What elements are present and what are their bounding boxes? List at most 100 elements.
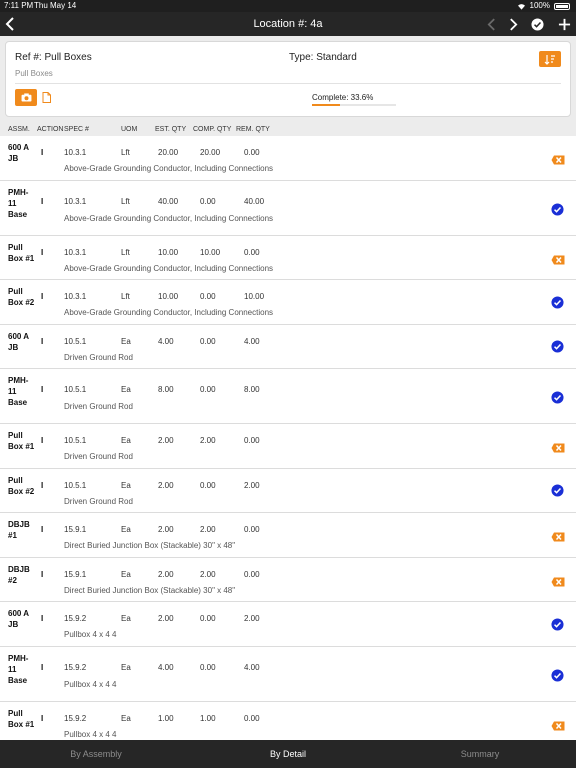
comp-qty: 0.00 — [200, 385, 216, 394]
uom: Ea — [121, 436, 131, 445]
document-icon[interactable] — [42, 92, 51, 103]
assembly-name: DBJB #2 — [8, 564, 30, 585]
table-row[interactable]: Pull Box #1 I 10.3.1 Lft 10.00 10.00 0.00 Above… — [0, 235, 576, 280]
comp-qty: 0.00 — [200, 480, 216, 490]
assembly-name: PMH- 11 Base — [8, 187, 29, 219]
check-circle-icon[interactable] — [551, 391, 564, 404]
check-circle-icon[interactable] — [551, 340, 564, 353]
action-code: I — [41, 713, 44, 723]
action-code: I — [41, 436, 44, 445]
spec-number: 15.9.2 — [64, 713, 87, 723]
assembly-name: DBJB #1 — [8, 520, 30, 540]
col-uom: UOM — [121, 126, 138, 133]
spec-number: 10.5.1 — [64, 480, 87, 490]
item-description: Pullbox 4 x 4 4 — [64, 679, 117, 689]
sort-button[interactable] — [539, 51, 561, 67]
card-divider — [15, 83, 561, 84]
uom: Ea — [121, 614, 131, 623]
table-row[interactable]: DBJB #2 I 15.9.1 Ea 2.00 2.00 0.00 Direct Burie… — [0, 557, 576, 602]
comp-qty: 1.00 — [200, 713, 216, 723]
table-row[interactable]: PMH- 11 Base I 15.9.2 Ea 4.00 0.00 4.00 Pullbox… — [0, 646, 576, 702]
table-row[interactable]: 600 A JB I 10.3.1 Lft 20.00 20.00 0.00 Above-Gr… — [0, 136, 576, 181]
battery-icon — [554, 2, 570, 10]
item-description: Above-Grade Grounding Conductor, Includi… — [64, 164, 274, 173]
location-summary-card: Ref #: Pull Boxes Type: Standard Pull Bo… — [5, 41, 571, 117]
tab-summary[interactable]: Summary — [384, 740, 576, 768]
assembly-name: Pull Box #2 — [8, 287, 35, 307]
action-code: I — [41, 196, 44, 206]
est-qty: 1.00 — [158, 713, 174, 723]
comp-qty: 0.00 — [200, 614, 216, 623]
complete-percent: Complete: 33.6% — [312, 93, 374, 102]
table-row[interactable]: Pull Box #1 I 10.5.1 Ea 2.00 2.00 0.00 Driven G… — [0, 424, 576, 469]
spec-number: 10.3.1 — [64, 196, 87, 206]
est-qty: 2.00 — [158, 480, 174, 490]
rem-qty: 0.00 — [244, 247, 260, 257]
rem-qty: 0.00 — [244, 569, 260, 579]
est-qty: 4.00 — [158, 336, 174, 346]
close-tag-icon[interactable] — [551, 443, 565, 453]
next-button[interactable] — [506, 12, 520, 36]
rem-qty: 0.00 — [244, 148, 260, 157]
ref-number: Ref #: Pull Boxes — [15, 52, 92, 63]
status-bar: 7:11 PM Thu May 14 100% — [0, 0, 576, 12]
check-circle-icon[interactable] — [551, 668, 564, 682]
tab-by-detail[interactable]: By Detail — [192, 740, 384, 768]
close-tag-icon[interactable] — [551, 255, 565, 265]
item-description: Pullbox 4 x 4 4 — [64, 729, 117, 739]
check-circle-icon[interactable] — [551, 618, 564, 631]
table-row[interactable]: PMH- 11 Base I 10.5.1 Ea 8.00 0.00 8.00 Driven … — [0, 369, 576, 424]
table-row[interactable]: 600 A JB I 15.9.2 Ea 2.00 0.00 2.00 Pullbox 4 x… — [0, 602, 576, 647]
table-row[interactable]: Pull Box #1 I 15.9.2 Ea 1.00 1.00 0.00 Pullbox … — [0, 701, 576, 740]
close-tag-icon[interactable] — [551, 532, 565, 542]
action-code: I — [41, 247, 44, 257]
rem-qty: 40.00 — [244, 196, 265, 206]
uom: Lft — [121, 196, 130, 206]
check-circle-icon[interactable] — [551, 202, 564, 216]
rem-qty: 8.00 — [244, 385, 260, 394]
action-code: I — [41, 385, 44, 394]
table-row[interactable]: DBJB #1 I 15.9.1 Ea 2.00 2.00 0.00 Direct Burie… — [0, 513, 576, 558]
item-description: Driven Ground Rod — [64, 452, 133, 461]
table-row[interactable]: Pull Box #2 I 10.5.1 Ea 2.00 0.00 2.00 Driven G… — [0, 468, 576, 513]
assembly-name: PMH- 11 Base — [8, 376, 29, 407]
previous-button[interactable] — [484, 12, 498, 36]
rem-qty: 0.00 — [244, 713, 260, 723]
chevron-right-icon — [509, 17, 517, 31]
uom: Ea — [121, 713, 131, 723]
table-row[interactable]: Pull Box #2 I 10.3.1 Lft 10.00 0.00 10.00 Above… — [0, 280, 576, 325]
comp-qty: 2.00 — [200, 436, 216, 445]
uom: Ea — [121, 385, 131, 394]
add-button[interactable] — [555, 12, 573, 36]
ref-subtitle: Pull Boxes — [15, 69, 53, 78]
check-circle-icon[interactable] — [551, 484, 564, 497]
close-tag-icon[interactable] — [551, 577, 565, 587]
done-button[interactable] — [529, 12, 545, 36]
table-row[interactable]: PMH- 11 Base I 10.3.1 Lft 40.00 0.00 40.00 Abov… — [0, 180, 576, 236]
item-description: Direct Buried Junction Box (Stackable) 3… — [64, 585, 236, 595]
nav-bar: Location #: 4a — [0, 12, 576, 36]
item-description: Direct Buried Junction Box (Stackable) 3… — [64, 541, 236, 550]
comp-qty: 0.00 — [200, 336, 216, 346]
item-description: Above-Grade Grounding Conductor, Includi… — [64, 308, 274, 317]
sort-icon — [544, 54, 555, 65]
check-circle-icon[interactable] — [551, 296, 564, 309]
col-assm: ASSM. — [8, 126, 30, 133]
spec-number: 15.9.2 — [64, 614, 87, 623]
est-qty: 40.00 — [158, 196, 179, 206]
item-description: Pullbox 4 x 4 4 — [64, 630, 117, 639]
close-tag-icon[interactable] — [551, 155, 565, 165]
rem-qty: 4.00 — [244, 662, 260, 672]
est-qty: 10.00 — [158, 247, 179, 257]
spec-number: 10.3.1 — [64, 292, 87, 301]
action-code: I — [41, 569, 44, 579]
chevron-left-icon — [487, 17, 495, 31]
check-circle-icon — [530, 17, 544, 31]
table-row[interactable]: 600 A JB I 10.5.1 Ea 4.00 0.00 4.00 Driven Grou… — [0, 324, 576, 369]
tab-by-assembly[interactable]: By Assembly — [0, 740, 192, 768]
spec-number: 15.9.2 — [64, 662, 87, 672]
comp-qty: 20.00 — [200, 148, 221, 157]
camera-button[interactable] — [15, 89, 37, 106]
detail-list[interactable]: 600 A JB I 10.3.1 Lft 20.00 20.00 0.00 Above-Gr… — [0, 136, 576, 740]
close-tag-icon[interactable] — [551, 721, 565, 731]
